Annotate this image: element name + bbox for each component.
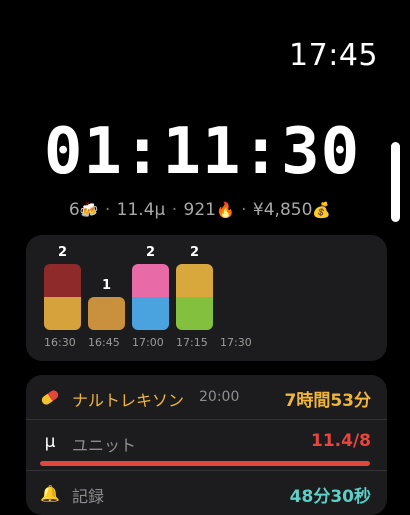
drinks-timeline-chart[interactable]: 16:30 16:45 17:00 17:15 17:30 2 1 2 2 — [26, 235, 387, 361]
bar-stack — [132, 264, 169, 330]
cost-total: ¥4,850 — [252, 200, 313, 220]
bar-segment — [176, 264, 213, 297]
x-tick-label: 17:30 — [220, 336, 252, 349]
bar-stack — [176, 264, 213, 330]
bar-segment — [132, 297, 169, 330]
bar-count-label: 2 — [57, 245, 68, 260]
bar[interactable]: 2 — [44, 235, 81, 361]
units-progress-fill — [40, 461, 370, 466]
units-progress-bar — [40, 461, 370, 466]
naltrexone-time: 20:00 — [199, 389, 240, 405]
stats-list: ナルトレキソン 20:00 7時間53分 µ ユニット 11.4/8 🔔 記録 … — [26, 375, 387, 515]
record-row[interactable]: 🔔 記録 48分30秒 — [26, 471, 387, 515]
naltrexone-label: ナルトレキソン — [72, 391, 185, 410]
naltrexone-remaining: 7時間53分 — [284, 391, 372, 411]
bar[interactable]: 2 — [132, 235, 169, 361]
units-label: ユニット — [72, 436, 137, 455]
bar[interactable]: 1 — [88, 235, 125, 361]
bar-count-label: 1 — [101, 278, 112, 293]
bell-icon: 🔔 — [40, 483, 60, 503]
record-value: 48分30秒 — [289, 487, 371, 507]
separator: · — [241, 200, 247, 220]
beer-icon: 🍻 — [79, 201, 99, 219]
bar-count-label: 2 — [145, 245, 156, 260]
bar-segment — [88, 297, 125, 330]
status-time: 17:45 — [289, 38, 378, 73]
session-summary: 6🍻 · 11.4µ · 921🔥 · ¥4,850💰 — [0, 200, 410, 220]
pill-icon — [40, 387, 60, 407]
bar-segment — [176, 297, 213, 330]
elapsed-timer: 01:11:30 — [43, 115, 361, 189]
bar-segment — [44, 297, 81, 330]
record-label: 記録 — [72, 487, 105, 506]
bar-segment — [44, 264, 81, 297]
units-value: 11.4/8 — [311, 431, 371, 451]
fire-icon: 🔥 — [216, 201, 235, 219]
mu-icon: µ — [44, 432, 56, 452]
naltrexone-row[interactable]: ナルトレキソン 20:00 7時間53分 — [26, 375, 387, 419]
bar[interactable]: 2 — [176, 235, 213, 361]
bar-stack — [88, 297, 125, 330]
calories-total: 921 — [183, 200, 216, 220]
drinks-count: 6 — [68, 200, 80, 220]
separator: · — [104, 200, 111, 220]
money-bag-icon: 💰 — [312, 201, 332, 219]
bar-segment — [132, 264, 169, 297]
bar-stack — [44, 264, 81, 330]
units-total: 11.4µ — [116, 200, 166, 220]
separator: · — [171, 200, 178, 220]
bar-count-label: 2 — [189, 245, 200, 260]
